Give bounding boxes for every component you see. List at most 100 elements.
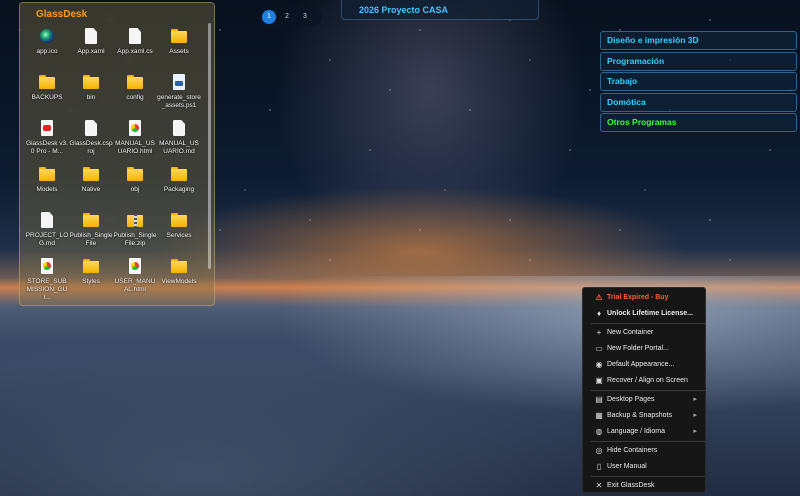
pdf-icon	[38, 119, 56, 137]
file-label: generate_store_assets.ps1	[157, 94, 201, 109]
page-1-button[interactable]: 1	[262, 10, 276, 24]
file-label: BACKUPS	[31, 94, 63, 101]
menu-user-manual[interactable]: ▯ User Manual	[583, 459, 705, 475]
powershell-script-icon	[170, 73, 188, 91]
container-scrollbar[interactable]	[208, 23, 211, 269]
folder-icon	[170, 257, 188, 275]
desktop-file-item[interactable]: Publish_SingleFile.zip	[113, 211, 157, 257]
folder-icon	[170, 211, 188, 229]
menu-divider	[591, 323, 705, 324]
close-icon: ✕	[595, 481, 603, 490]
menu-recover-align[interactable]: ▣ Recover / Align on Screen	[583, 373, 705, 389]
file-label: Models	[36, 186, 58, 193]
glassdesk-container[interactable]: GlassDesk app.ico App.xaml App.xaml.cs Asse…	[19, 2, 215, 306]
menu-label: Hide Containers	[607, 447, 658, 454]
file-label: bin	[86, 94, 96, 101]
context-menu: ⚠ Trial Expired - Buy ♦ Unlock Lifetime …	[582, 287, 706, 493]
desktop-file-item[interactable]: App.xaml	[69, 27, 113, 73]
desktop-file-item[interactable]: MANUAL_USUARIO.html	[113, 119, 157, 165]
menu-divider	[591, 476, 705, 477]
folder-icon	[38, 73, 56, 91]
document-icon	[170, 119, 188, 137]
file-label: App.xaml.cs	[117, 48, 153, 55]
menu-language[interactable]: ◍ Language / Idioma ▸	[583, 424, 705, 440]
document-icon	[82, 119, 100, 137]
file-label: ViewModels	[161, 278, 197, 285]
page-3-button[interactable]: 3	[298, 10, 312, 24]
desktop-file-item[interactable]: Native	[69, 165, 113, 211]
menu-exit[interactable]: ✕ Exit GlassDesk	[583, 478, 705, 494]
menu-label: Default Appearance...	[607, 361, 675, 368]
category-trabajo[interactable]: Trabajo	[600, 72, 797, 91]
folder-icon	[82, 211, 100, 229]
book-icon: ▯	[596, 462, 602, 471]
document-icon	[82, 27, 100, 45]
category-diseno-3d[interactable]: Diseño e impresión 3D	[600, 31, 797, 50]
desktop-file-item[interactable]: Assets	[157, 27, 201, 73]
desktop-file-item[interactable]: App.xaml.cs	[113, 27, 157, 73]
menu-backup-snapshots[interactable]: ▦ Backup & Snapshots ▸	[583, 408, 705, 424]
desktop-file-item[interactable]: app.ico	[25, 27, 69, 73]
desktop-file-item[interactable]: obj	[113, 165, 157, 211]
desktop-file-item[interactable]: Publish_SingleFile	[69, 211, 113, 257]
folder-icon	[170, 165, 188, 183]
desktop-file-item[interactable]: Styles	[69, 257, 113, 303]
desktop-file-item[interactable]: Models	[25, 165, 69, 211]
desktop-file-item[interactable]: ViewModels	[157, 257, 201, 303]
desktop-file-item[interactable]: BACKUPS	[25, 73, 69, 119]
warning-icon: ⚠	[595, 293, 603, 302]
file-label: Styles	[82, 278, 100, 285]
file-label: config	[126, 94, 144, 101]
document-icon	[126, 27, 144, 45]
submenu-arrow-icon: ▸	[693, 396, 697, 403]
desktop-file-item[interactable]: GlassDesk v3.0 Pro - M...	[25, 119, 69, 165]
desktop-file-item[interactable]: generate_store_assets.ps1	[157, 73, 201, 119]
desktop-file-item[interactable]: GlassDesk.csproj	[69, 119, 113, 165]
folder-icon	[82, 257, 100, 275]
desktop-file-item[interactable]: USER_MANUAL.html	[113, 257, 157, 303]
page-2-button[interactable]: 2	[280, 10, 294, 24]
menu-label: Language / Idioma	[607, 428, 665, 435]
submenu-arrow-icon: ▸	[693, 412, 697, 419]
menu-hide-containers[interactable]: ◎ Hide Containers	[583, 443, 705, 459]
category-domotica[interactable]: Domótica	[600, 92, 797, 112]
chrome-html-icon	[126, 257, 144, 275]
desktop-file-item[interactable]: STORE_SUBMISSION_GUI...	[25, 257, 69, 303]
screen-icon: ▣	[595, 376, 603, 385]
desktop-file-item[interactable]: Services	[157, 211, 201, 257]
menu-desktop-pages[interactable]: ▤ Desktop Pages ▸	[583, 392, 705, 408]
container-proyecto-casa[interactable]: 2026 Proyecto CASA	[341, 0, 539, 20]
file-label: Assets	[169, 48, 189, 55]
file-label: obj	[130, 186, 140, 193]
desktop-page-switcher: 1 2 3	[258, 7, 322, 27]
folder-icon: ▭	[595, 344, 603, 353]
menu-new-container[interactable]: + New Container	[583, 325, 705, 341]
category-programacion[interactable]: Programación	[600, 51, 797, 71]
desktop-file-item[interactable]: bin	[69, 73, 113, 119]
container-title: GlassDesk	[36, 9, 88, 20]
menu-divider	[591, 390, 705, 391]
file-label: App.xaml	[77, 48, 105, 55]
container-title: 2026 Proyecto CASA	[359, 5, 449, 15]
file-label: MANUAL_USUARIO.html	[115, 140, 155, 155]
folder-icon	[126, 73, 144, 91]
file-label: GlassDesk v3.0 Pro - M...	[26, 140, 68, 155]
chrome-html-icon	[126, 119, 144, 137]
desktop-file-item[interactable]: PROJECT_LOG.md	[25, 211, 69, 257]
menu-new-folder-portal[interactable]: ▭ New Folder Portal...	[583, 341, 705, 357]
menu-label: Recover / Align on Screen	[607, 377, 688, 384]
eye-icon: ◎	[595, 446, 603, 455]
desktop-file-item[interactable]: Packaging	[157, 165, 201, 211]
plus-icon: +	[596, 328, 602, 337]
menu-trial-expired[interactable]: ⚠ Trial Expired - Buy	[583, 290, 705, 306]
menu-unlock-license[interactable]: ♦ Unlock Lifetime License...	[583, 306, 705, 322]
menu-label: Unlock Lifetime License...	[607, 310, 693, 317]
folder-icon	[82, 73, 100, 91]
desktop-file-item[interactable]: MANUAL_USUARIO.md	[157, 119, 201, 165]
submenu-arrow-icon: ▸	[693, 428, 697, 435]
desktop-file-item[interactable]: config	[113, 73, 157, 119]
chrome-html-icon	[38, 257, 56, 275]
menu-default-appearance[interactable]: ◉ Default Appearance...	[583, 357, 705, 373]
file-label: MANUAL_USUARIO.md	[159, 140, 199, 155]
category-otros-programas[interactable]: Otros Programas	[600, 113, 797, 132]
